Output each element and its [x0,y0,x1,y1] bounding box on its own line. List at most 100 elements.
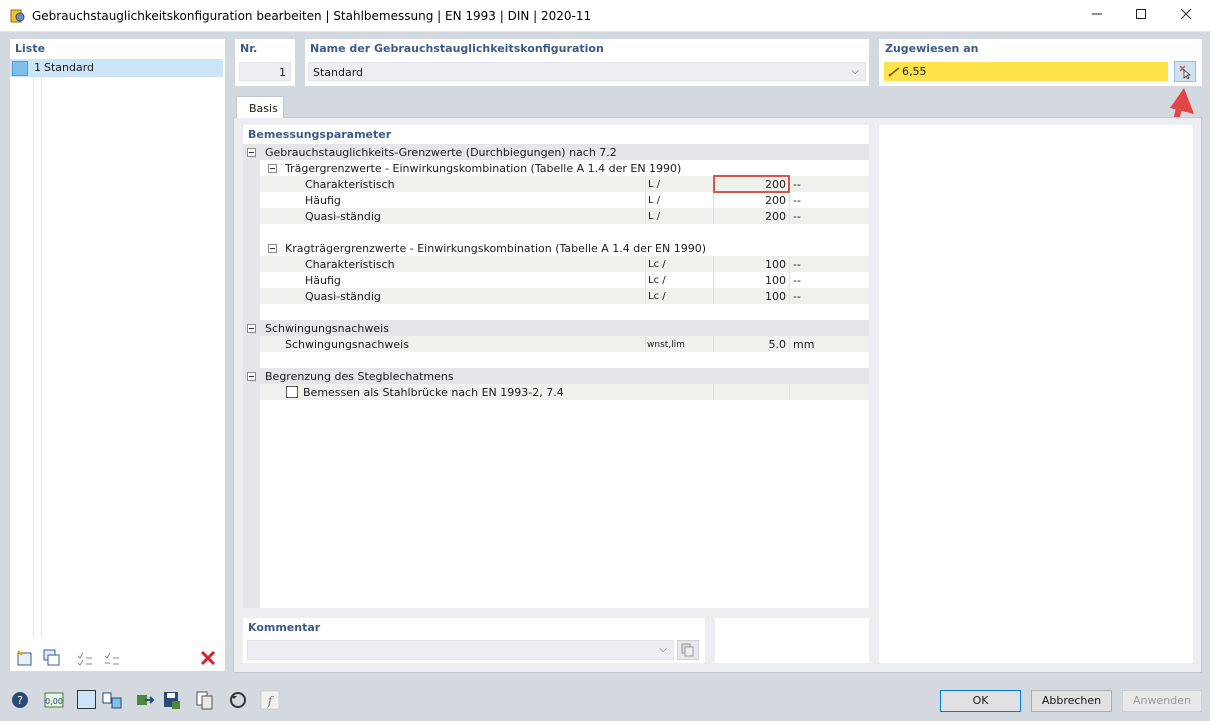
list-item-number: 1 [34,61,41,74]
select-cursor-icon [1179,65,1192,79]
row-symbol: Lc / [648,275,666,286]
uncheck-all-icon[interactable] [102,648,122,668]
help-icon[interactable]: ? [10,690,30,710]
group-label: Gebrauchstauglichkeits-Grenzwerte (Durch… [265,146,617,159]
comment-preview-panel [715,618,869,663]
row-value-input[interactable]: 5.0 [726,338,787,351]
row-value-input[interactable]: 100 [726,290,786,303]
chevron-down-icon: ⌵ [851,66,859,77]
params-title: Bemessungsparameter [248,128,392,141]
row-label: Häufig [305,274,341,287]
new-item-icon[interactable] [15,648,35,668]
close-icon [1180,8,1192,20]
app-icon [10,9,25,23]
row-value-input[interactable]: 200 [726,194,786,207]
ok-button[interactable]: OK [940,690,1021,712]
name-select[interactable]: Standard ⌵ [308,62,866,81]
color-swatch [12,61,28,76]
maximize-button[interactable] [1118,0,1164,32]
row-label: Häufig [305,194,341,207]
cancel-button[interactable]: Abbrechen [1031,690,1112,712]
window-title: Gebrauchstauglichkeitskonfiguration bear… [32,9,592,23]
minimize-icon [1092,13,1102,15]
close-button[interactable] [1163,0,1209,32]
info-panel [879,125,1193,663]
row-unit: -- [793,274,801,287]
delete-icon[interactable] [198,648,218,668]
maximize-icon [1136,9,1146,19]
row-symbol: wnst,lim [647,340,685,350]
row-symbol: Lc / [648,259,666,270]
row-symbol: Lc / [648,291,666,302]
row-value-input[interactable]: 100 [726,258,786,271]
collapse-icon[interactable] [247,324,256,333]
name-panel: Name der Gebrauchstauglichkeitskonfigura… [305,39,869,86]
apply-button[interactable]: Anwenden [1122,690,1202,712]
name-label: Name der Gebrauchstauglichkeitskonfigura… [310,42,604,55]
list-item-label: Standard [44,61,95,74]
row-value-input[interactable]: 200 [726,210,786,223]
assigned-label: Zugewiesen an [885,42,979,55]
row-unit: mm [793,338,815,351]
collapse-icon[interactable] [268,244,277,253]
title-bar: Gebrauchstauglichkeitskonfiguration bear… [0,0,1210,32]
row-value-input[interactable]: 100 [726,274,786,287]
name-value: Standard [313,66,364,79]
list-title: Liste [15,42,46,55]
import-icon[interactable] [135,690,155,710]
row-label: Bemessen als Stahlbrücke nach EN 1993-2,… [303,386,564,399]
row-label: Charakteristisch [305,258,395,271]
svg-text:0,00: 0,00 [45,697,63,706]
units-icon[interactable]: 0,00 [44,690,64,710]
formula-icon[interactable]: f [260,690,280,710]
group-label: Begrenzung des Stegblechatmens [265,370,454,383]
bridge-checkbox[interactable] [286,386,298,398]
row-label: Quasi-ständig [305,290,381,303]
collapse-icon[interactable] [247,148,256,157]
chevron-down-icon: ⌵ [659,644,667,655]
member-icon [888,67,900,77]
copy-item-icon[interactable] [42,648,62,668]
comment-panel: Kommentar ⌵ [243,618,705,663]
subgroup-label: Trägergrenzwerte - Einwirkungskombinatio… [285,162,682,175]
list-panel: Liste [10,39,225,671]
row-symbol: L / [648,211,661,222]
svg-text:?: ? [17,694,23,707]
list-item[interactable]: 1 Standard [10,59,223,77]
color-swatch-button[interactable] [77,690,96,709]
copy-icon [681,643,694,657]
collapse-icon[interactable] [247,372,256,381]
assigned-value: 6,55 [902,65,927,78]
comment-library-button[interactable] [677,640,699,660]
row-unit: -- [793,194,801,207]
pick-objects-button[interactable] [1174,61,1196,82]
highlight-box [713,175,790,193]
row-label: Charakteristisch [305,178,395,191]
comment-label: Kommentar [248,621,321,634]
row-symbol: L / [648,195,661,206]
row-label: Quasi-ständig [305,210,381,223]
tab-basis-label: Basis [249,102,278,115]
reset-icon[interactable] [228,690,248,710]
row-label: Schwingungsnachweis [285,338,409,351]
collapse-icon[interactable] [268,164,277,173]
row-symbol: L / [648,179,661,190]
nr-value: 1 [279,66,286,79]
row-unit: -- [793,290,801,303]
tab-basis[interactable]: Basis [236,96,284,118]
comment-select[interactable]: ⌵ [247,640,674,660]
row-unit: -- [793,258,801,271]
nr-field[interactable]: 1 [239,62,291,81]
subgroup-label: Kragträgergrenzwerte - Einwirkungskombin… [285,242,707,255]
nr-label: Nr. [240,42,258,55]
minimize-button[interactable] [1074,0,1120,32]
assigned-field[interactable]: 6,55 [884,62,1168,81]
save-icon[interactable] [162,690,182,710]
row-unit: -- [793,210,801,223]
check-all-icon[interactable] [75,648,95,668]
nr-panel: Nr. 1 [235,39,295,86]
group-label: Schwingungsnachweis [265,322,389,335]
display-icon[interactable] [102,690,122,710]
row-unit: -- [793,178,801,191]
copy-settings-icon[interactable] [195,690,215,710]
